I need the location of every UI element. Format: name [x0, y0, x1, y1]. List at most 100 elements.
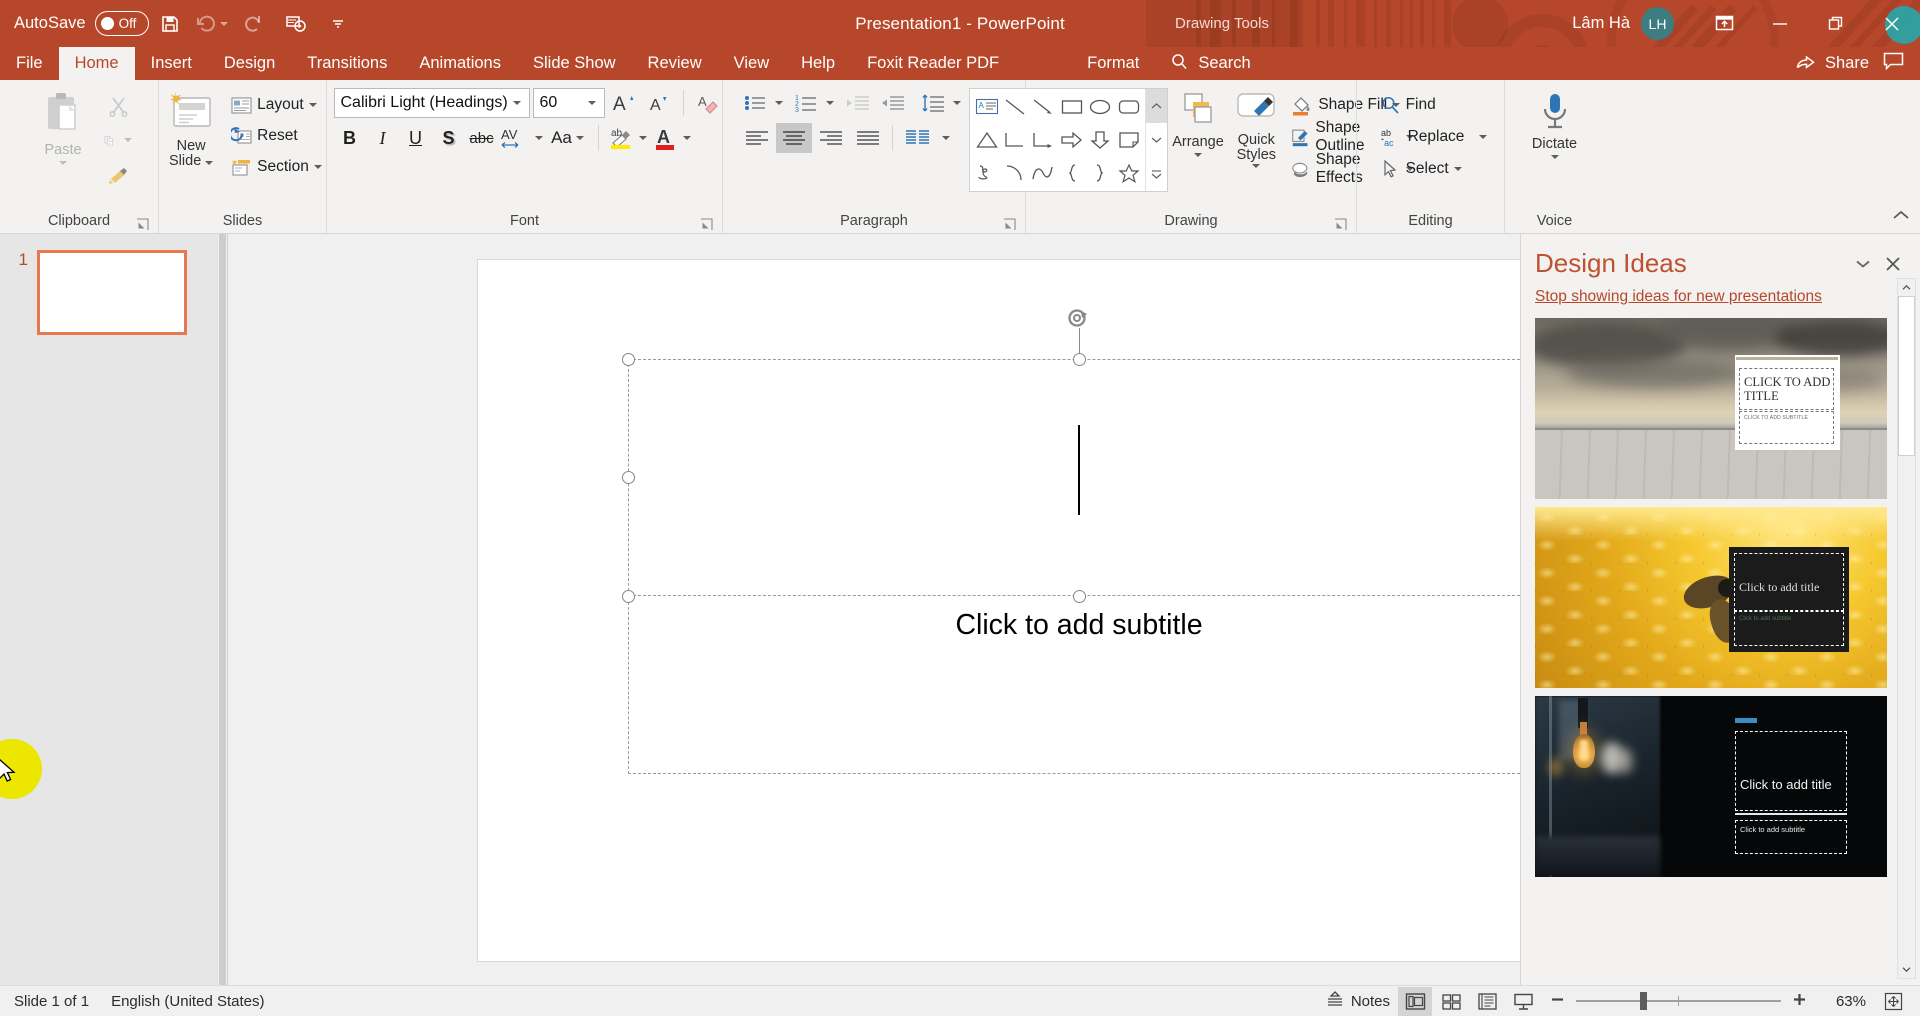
design-idea-lightbulb[interactable]: Click to add title Click to add subtitle: [1535, 696, 1887, 877]
columns-button[interactable]: [899, 123, 937, 153]
shapes-grid[interactable]: A: [970, 89, 1144, 191]
paste-button[interactable]: Paste: [26, 88, 100, 168]
change-case-button[interactable]: Aa: [544, 123, 592, 153]
design-ideas-pane[interactable]: Design Ideas Stop showing ideas for new …: [1520, 234, 1920, 985]
tab-home[interactable]: Home: [59, 47, 135, 80]
elbow-arrow-connector-shape[interactable]: [1029, 124, 1057, 157]
align-center-button[interactable]: [776, 123, 812, 153]
rounded-rectangle-shape[interactable]: [1114, 91, 1142, 124]
design-idea-cloudy-plaza[interactable]: CLICK TO ADD TITLE CLICK TO ADD SUBTITLE: [1535, 318, 1887, 499]
tab-animations[interactable]: Animations: [403, 47, 517, 80]
tab-foxit-reader-pdf[interactable]: Foxit Reader PDF: [851, 47, 1015, 80]
notes-button[interactable]: Notes: [1320, 987, 1396, 1016]
dictate-button[interactable]: Dictate: [1517, 88, 1593, 162]
font-family-combobox[interactable]: Calibri Light (Headings): [334, 88, 530, 118]
normal-view-button[interactable]: [1398, 987, 1432, 1016]
subtitle-placeholder[interactable]: Click to add subtitle: [628, 597, 1530, 774]
save-icon[interactable]: [149, 4, 191, 44]
resize-handle-middle-left[interactable]: [622, 471, 635, 484]
chevron-down-icon[interactable]: [1848, 249, 1878, 279]
zoom-out-icon[interactable]: [1550, 992, 1565, 1011]
slide-show-button[interactable]: [1506, 987, 1540, 1016]
resize-handle-top-center[interactable]: [1073, 353, 1086, 366]
close-icon[interactable]: [1864, 0, 1920, 47]
language-label[interactable]: English (United States): [111, 993, 264, 1010]
select-button[interactable]: Select: [1375, 155, 1493, 183]
arrange-dropdown-caret[interactable]: [1194, 153, 1202, 157]
decrease-font-size-button[interactable]: A: [643, 88, 675, 118]
section-button[interactable]: Section: [226, 153, 327, 181]
resize-handle-top-left[interactable]: [622, 353, 635, 366]
tab-design[interactable]: Design: [208, 47, 291, 80]
zoom-slider-handle[interactable]: [1640, 992, 1647, 1010]
numbering-dropdown-caret[interactable]: [826, 101, 834, 105]
quick-styles-dropdown-caret[interactable]: [1252, 164, 1260, 168]
new-slide-button[interactable]: NewSlide: [158, 88, 224, 172]
tab-file[interactable]: File: [0, 47, 59, 80]
design-ideas-scroll-thumb[interactable]: [1898, 296, 1915, 456]
scribble-shape[interactable]: [972, 156, 1000, 189]
autosave-toggle[interactable]: AutoSave Off: [14, 11, 149, 36]
tab-help[interactable]: Help: [785, 47, 851, 80]
design-ideas-list[interactable]: CLICK TO ADD TITLE CLICK TO ADD SUBTITLE: [1521, 314, 1920, 985]
font-size-combobox[interactable]: 60: [533, 88, 605, 118]
fit-slide-to-window-button[interactable]: [1876, 987, 1910, 1016]
character-spacing-button[interactable]: AV: [499, 123, 543, 153]
copy-button[interactable]: [104, 126, 132, 154]
resize-handle-bottom-center[interactable]: [1073, 590, 1086, 603]
right-brace-shape[interactable]: [1086, 156, 1114, 189]
text-highlight-color-button[interactable]: ab: [605, 123, 649, 153]
tab-slide-show[interactable]: Slide Show: [517, 47, 632, 80]
columns-dropdown-caret[interactable]: [942, 136, 950, 140]
paste-dropdown-caret[interactable]: [59, 161, 67, 165]
font-color-button[interactable]: A: [650, 123, 694, 153]
thumbnail-scroll-thumb[interactable]: [219, 234, 226, 985]
shapes-more-icon[interactable]: [1146, 157, 1167, 191]
reset-button[interactable]: Reset: [226, 122, 327, 150]
line-shape[interactable]: [1001, 91, 1029, 124]
increase-font-size-button[interactable]: A: [608, 88, 640, 118]
curve-shape[interactable]: [1029, 156, 1057, 189]
text-box-shape[interactable]: A: [972, 91, 1000, 124]
elbow-connector-shape[interactable]: [1001, 124, 1029, 157]
slide-count-label[interactable]: Slide 1 of 1: [14, 993, 89, 1010]
line-spacing-dropdown-caret[interactable]: [953, 101, 961, 105]
slide-canvas[interactable]: Click to add subtitle: [477, 259, 1677, 962]
ribbon-tab-bar[interactable]: File Home Insert Design Transitions Anim…: [0, 47, 1920, 80]
folded-corner-shape[interactable]: [1114, 124, 1142, 157]
italic-button[interactable]: I: [367, 123, 399, 153]
arc-shape[interactable]: [1001, 156, 1029, 189]
stop-showing-ideas-link[interactable]: Stop showing ideas for new presentations: [1521, 279, 1920, 314]
font-family-caret-icon[interactable]: [508, 101, 526, 105]
start-from-beginning-icon[interactable]: [275, 4, 317, 44]
bullets-dropdown-caret[interactable]: [775, 101, 783, 105]
rotation-handle[interactable]: [1066, 307, 1093, 337]
strikethrough-button[interactable]: abc: [466, 123, 498, 153]
resize-handle-bottom-left[interactable]: [622, 590, 635, 603]
tab-transitions[interactable]: Transitions: [291, 47, 403, 80]
tab-format[interactable]: Format: [1071, 47, 1155, 80]
design-idea-honeycomb-bee[interactable]: Click to add title Click to add subtitle: [1535, 507, 1887, 688]
ribbon-display-options-icon[interactable]: [1696, 0, 1752, 47]
layout-button[interactable]: Layout: [226, 91, 327, 119]
avatar[interactable]: LH: [1641, 7, 1674, 40]
find-button[interactable]: Find: [1375, 91, 1493, 119]
font-dialog-launcher-icon[interactable]: [699, 215, 713, 229]
zoom-slider[interactable]: 63%: [1542, 992, 1874, 1011]
left-brace-shape[interactable]: [1058, 156, 1086, 189]
slide-thumbnail-pane[interactable]: 1: [0, 234, 228, 985]
justify-button[interactable]: [850, 123, 886, 153]
align-left-button[interactable]: [739, 123, 775, 153]
slide-thumbnail-1[interactable]: [37, 250, 187, 335]
align-right-button[interactable]: [813, 123, 849, 153]
zoom-percent-label[interactable]: 63%: [1818, 993, 1866, 1010]
down-arrow-shape[interactable]: [1086, 124, 1114, 157]
minimize-icon[interactable]: [1752, 0, 1808, 47]
decrease-indent-button[interactable]: [841, 88, 875, 118]
shapes-gallery-scrollbar[interactable]: [1145, 89, 1167, 191]
restore-icon[interactable]: [1808, 0, 1864, 47]
close-icon[interactable]: [1878, 249, 1908, 279]
cut-button[interactable]: [104, 92, 132, 120]
replace-button[interactable]: abac Replace: [1375, 123, 1493, 151]
oval-shape[interactable]: [1086, 91, 1114, 124]
